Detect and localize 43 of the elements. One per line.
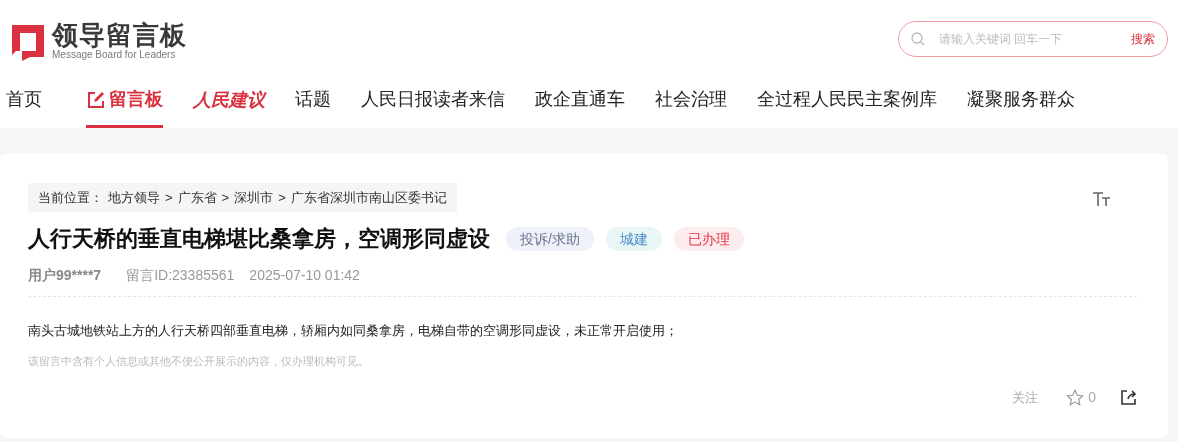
nav-tab[interactable]: 人民建议 [193,82,265,128]
nav-label: 人民日报读者来信 [361,88,505,111]
tag: 已办理 [673,226,744,251]
search-button[interactable]: 搜索 [1131,30,1155,48]
search-icon [911,32,925,46]
star-icon[interactable] [1066,388,1085,407]
user-name: 用户99****7 [28,266,102,285]
message-body: 南头古城地铁站上方的人行天桥四部垂直电梯，轿厢内如同桑拿房，电梯自带的空调形同虚设，未正常开启使用； [28,322,679,340]
nav-tab[interactable]: 社会治理 [655,82,727,128]
breadcrumb-separator: > [278,188,286,207]
breadcrumb-link[interactable]: 广东省深圳市南山区委书记 [290,187,447,208]
nav-label: 社会治理 [655,88,727,111]
nav-label: 人民建议 [193,88,265,112]
edit-icon [86,89,106,110]
breadcrumb-link[interactable]: 深圳市 [234,187,274,208]
nav-label: 政企直通车 [535,88,625,111]
nav-tab[interactable]: 留言板 [86,82,163,128]
breadcrumb-link[interactable]: 广东省 [177,187,217,208]
breadcrumb-label: 当前位置： [38,188,103,207]
nav-tab[interactable]: 人民日报读者来信 [361,82,505,128]
nav-tab[interactable]: 首页 [6,82,42,128]
nav-tab[interactable]: 话题 [295,82,331,128]
breadcrumb-link[interactable]: 地方领导 [108,187,160,208]
logo-subtitle: Message Board for Leaders [52,49,177,61]
message-time: 2025-07-10 01:42 [249,266,360,285]
nav-label: 话题 [295,88,331,111]
message-title: 人行天桥的垂直电梯堪比桑拿房，空调形同虚设 [28,225,490,253]
nav-tab[interactable]: 政企直通车 [535,82,625,128]
nav-tab[interactable]: 凝聚服务群众 [967,82,1075,128]
share-icon[interactable] [1120,389,1137,406]
nav-label: 留言板 [109,88,163,111]
nav-label: 凝聚服务群众 [967,88,1075,111]
nav-label: 全过程人民民主案例库 [757,88,937,111]
tag: 城建 [605,226,662,251]
breadcrumb-separator: > [165,188,173,207]
like-count: 0 [1088,388,1096,407]
tag: 投诉/求助 [506,226,594,251]
nav-label: 首页 [6,88,42,111]
logo-title: 领导留言板 [52,21,187,49]
message-id: 留言ID:23385561 [126,266,235,285]
breadcrumb-separator: > [221,188,230,207]
nav-tab[interactable]: 全过程人民民主案例库 [757,82,937,128]
font-size-icon[interactable] [1092,191,1112,207]
